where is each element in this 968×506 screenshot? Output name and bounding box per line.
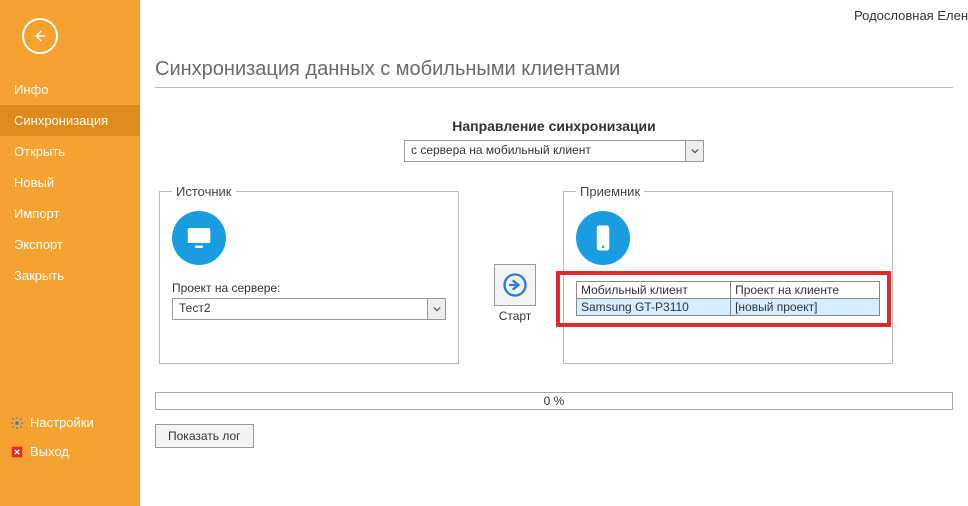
start-button[interactable]: [494, 264, 536, 306]
direction-value: с сервера на мобильный клиент: [411, 143, 591, 157]
start-label: Старт: [499, 309, 532, 323]
source-project-select[interactable]: Тест2: [172, 298, 446, 320]
direction-row: Направление синхронизации с сервера на м…: [155, 118, 953, 162]
sidebar: Инфо Синхронизация Открыть Новый Импорт …: [0, 0, 140, 506]
dest-row-project: [новый проект]: [731, 299, 880, 316]
show-log-button[interactable]: Показать лог: [155, 424, 254, 448]
dest-legend: Приемник: [576, 184, 644, 199]
start-wrap: Старт: [487, 264, 543, 323]
dest-col-client: Мобильный клиент: [577, 282, 731, 299]
sidebar-item-close[interactable]: Закрыть: [0, 260, 140, 291]
sidebar-item-sync[interactable]: Синхронизация: [0, 105, 140, 136]
sidebar-item-new[interactable]: Новый: [0, 167, 140, 198]
source-legend: Источник: [172, 184, 236, 199]
source-project-value: Тест2: [179, 301, 211, 315]
panels: Источник Проект на сервере: Тест2 Старт …: [155, 184, 953, 364]
content: Родословная Елен Синхронизация данных с …: [140, 0, 968, 506]
dest-col-project: Проект на клиенте: [731, 282, 880, 299]
dest-fieldset: Приемник Мобильный клиент Проект на клие…: [563, 184, 893, 364]
source-fieldset: Источник Проект на сервере: Тест2: [159, 184, 459, 364]
sidebar-exit[interactable]: Выход: [0, 437, 140, 466]
back-button[interactable]: [22, 18, 58, 54]
exit-label: Выход: [30, 444, 69, 459]
back-arrow-icon: [31, 27, 49, 45]
sidebar-item-open[interactable]: Открыть: [0, 136, 140, 167]
sidebar-item-import[interactable]: Импорт: [0, 198, 140, 229]
direction-select[interactable]: с сервера на мобильный клиент: [404, 140, 704, 162]
monitor-icon: [172, 211, 226, 265]
source-project-label: Проект на сервере:: [172, 281, 446, 295]
progress-text: 0 %: [544, 394, 565, 408]
dest-row-client: Samsung GT-P3110: [577, 299, 731, 316]
table-row[interactable]: Samsung GT-P3110 [новый проект]: [577, 299, 880, 316]
sidebar-nav: Инфо Синхронизация Открыть Новый Импорт …: [0, 74, 140, 291]
settings-label: Настройки: [30, 415, 94, 430]
sidebar-bottom: Настройки Выход: [0, 408, 140, 466]
phone-icon: [576, 211, 630, 265]
sidebar-item-export[interactable]: Экспорт: [0, 229, 140, 260]
arrow-right-circle-icon: [501, 271, 529, 299]
sidebar-settings[interactable]: Настройки: [0, 408, 140, 437]
progress-bar: 0 %: [155, 392, 953, 410]
table-header-row: Мобильный клиент Проект на клиенте: [577, 282, 880, 299]
close-icon: [10, 445, 24, 459]
gear-icon: [10, 416, 24, 430]
page-title: Синхронизация данных с мобильными клиент…: [155, 58, 953, 88]
direction-label: Направление синхронизации: [155, 118, 953, 134]
sidebar-item-info[interactable]: Инфо: [0, 74, 140, 105]
dest-table[interactable]: Мобильный клиент Проект на клиенте Samsu…: [576, 281, 880, 316]
header-title: Родословная Елен: [854, 8, 968, 23]
chevron-down-icon: [685, 141, 703, 161]
chevron-down-icon: [427, 299, 445, 319]
